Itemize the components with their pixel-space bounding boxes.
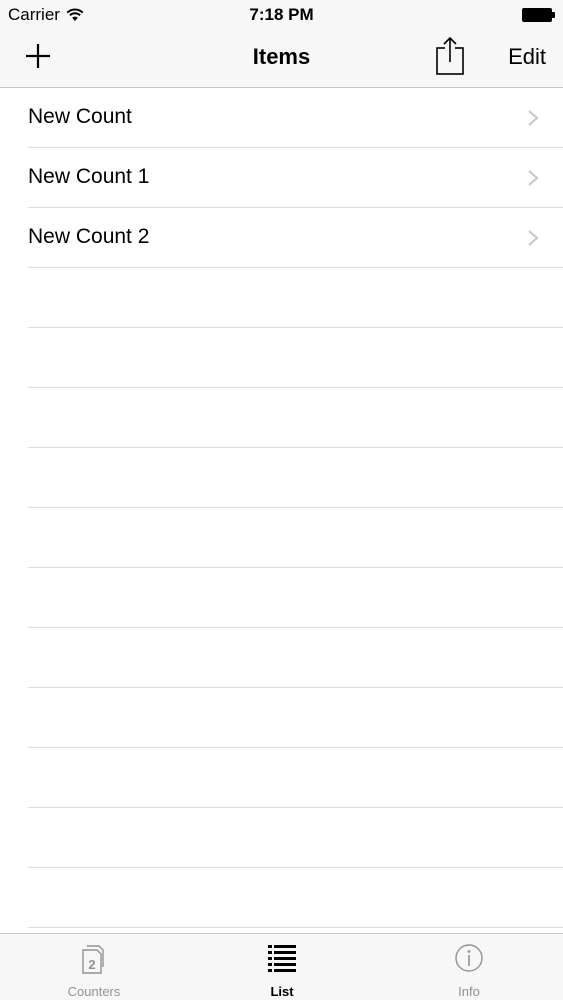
empty-row bbox=[28, 748, 563, 808]
chevron-right-icon bbox=[528, 110, 539, 126]
list-item[interactable]: New Count 1 bbox=[28, 148, 563, 208]
empty-row bbox=[28, 268, 563, 328]
list-icon bbox=[268, 945, 296, 972]
counters-icon: 2 bbox=[82, 945, 104, 974]
info-icon bbox=[455, 944, 483, 972]
empty-row bbox=[28, 508, 563, 568]
list-item[interactable]: New Count 2 bbox=[28, 208, 563, 268]
empty-row bbox=[28, 808, 563, 868]
list-item-label: New Count 2 bbox=[28, 225, 150, 248]
empty-row bbox=[28, 568, 563, 628]
empty-row bbox=[28, 328, 563, 388]
empty-row bbox=[28, 448, 563, 508]
list-item-label: New Count 1 bbox=[28, 165, 150, 188]
share-icon[interactable] bbox=[434, 36, 466, 76]
empty-row bbox=[28, 688, 563, 748]
empty-row bbox=[28, 388, 563, 448]
tab-label: List bbox=[270, 984, 294, 999]
tab-list[interactable]: List bbox=[188, 934, 376, 1000]
tab-counters[interactable]: 2 Counters bbox=[0, 934, 188, 1000]
tab-info[interactable]: Info bbox=[375, 934, 563, 1000]
list-item[interactable]: New Count bbox=[28, 88, 563, 148]
tab-bar: 2 Counters List Info bbox=[0, 933, 563, 1000]
status-bar: Carrier 7:18 PM bbox=[0, 0, 563, 30]
battery-icon bbox=[522, 8, 555, 22]
status-time: 7:18 PM bbox=[249, 5, 314, 24]
empty-row bbox=[28, 628, 563, 688]
edit-button[interactable]: Edit bbox=[508, 44, 546, 70]
page-title: Items bbox=[252, 44, 311, 69]
items-screen: Carrier 7:18 PM Items Edit New Count New… bbox=[0, 0, 563, 1000]
chevron-right-icon bbox=[528, 170, 539, 186]
navigation-bar: Items Edit bbox=[0, 30, 563, 88]
empty-row bbox=[28, 868, 563, 928]
list-item-label: New Count bbox=[28, 105, 132, 128]
items-list: New Count New Count 1 New Count 2 bbox=[0, 88, 563, 928]
chevron-right-icon bbox=[528, 230, 539, 246]
tab-label: Counters bbox=[67, 984, 121, 999]
tab-label: Info bbox=[458, 984, 480, 999]
svg-text:2: 2 bbox=[88, 957, 95, 972]
